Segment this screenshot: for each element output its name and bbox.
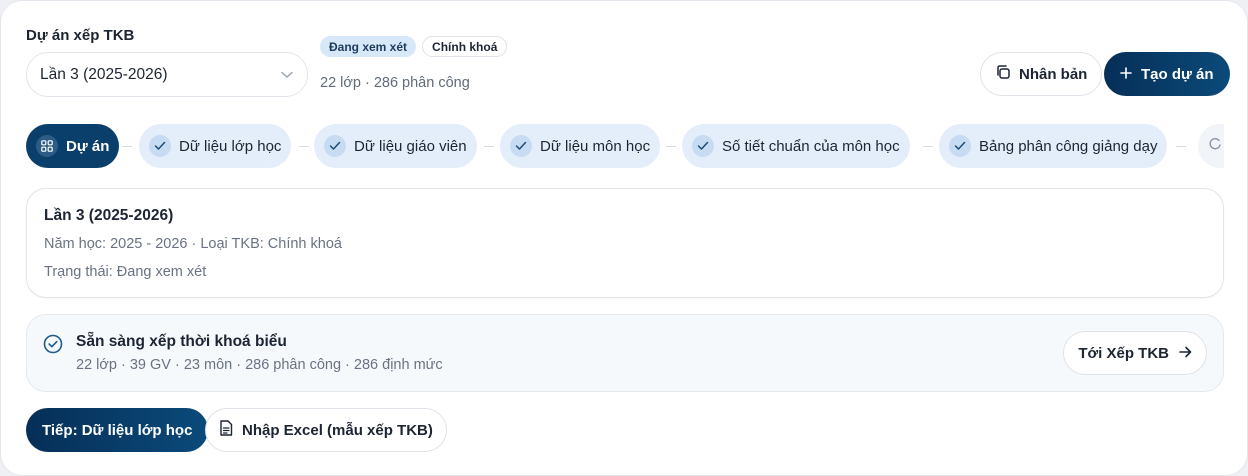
project-info-title: Lần 3 (2025-2026) <box>44 207 174 224</box>
step-label: Bảng phân công giảng dạy <box>979 137 1158 155</box>
step-connector <box>299 146 309 147</box>
copy-icon <box>995 64 1011 84</box>
loading-icon <box>1208 137 1222 155</box>
project-badges: Đang xem xét Chính khoá <box>320 36 508 57</box>
project-meta: 22 lớp · 286 phân công <box>320 75 470 91</box>
goto-schedule-button[interactable]: Tới Xếp TKB <box>1063 331 1207 375</box>
next-step-label: Tiếp: Dữ liệu lớp học <box>42 421 193 439</box>
step-next-partial[interactable] <box>1198 124 1224 168</box>
step-label: Dự án <box>66 137 110 155</box>
project-select-label: Dự án xếp TKB <box>26 27 135 44</box>
step-label: Dữ liệu giáo viên <box>354 137 467 155</box>
step-label: Số tiết chuẩn của môn học <box>722 137 900 155</box>
duplicate-button[interactable]: Nhân bản <box>980 52 1103 96</box>
step-connector <box>923 146 933 147</box>
check-icon <box>149 135 171 157</box>
check-icon <box>949 135 971 157</box>
chevron-down-icon <box>281 69 293 81</box>
import-excel-button[interactable]: Nhập Excel (mẫu xếp TKB) <box>205 408 447 452</box>
project-info-status: Trạng thái: Đang xem xét <box>44 264 207 280</box>
check-icon <box>510 135 532 157</box>
create-project-button[interactable]: Tạo dự án <box>1104 52 1230 96</box>
project-select-value: Lần 3 (2025-2026) <box>40 65 168 83</box>
step-connector <box>666 146 676 147</box>
step-connector <box>1176 146 1186 147</box>
project-panel: Dự án xếp TKB Lần 3 (2025-2026) Đang xem… <box>0 0 1248 476</box>
ready-title: Sẵn sàng xếp thời khoá biểu <box>76 333 287 350</box>
project-info-year: Năm học: 2025 - 2026 · Loại TKB: Chính k… <box>44 236 342 252</box>
step-label: Dữ liệu lớp học <box>179 137 282 155</box>
check-circle-icon <box>43 334 63 354</box>
next-step-button[interactable]: Tiếp: Dữ liệu lớp học <box>26 408 209 452</box>
step-connector <box>484 146 494 147</box>
grid-icon <box>36 135 58 157</box>
step-label: Dữ liệu môn học <box>540 137 651 155</box>
step-project[interactable]: Dự án <box>26 124 120 168</box>
step-class-data[interactable]: Dữ liệu lớp học <box>139 124 292 168</box>
plus-icon <box>1120 66 1132 83</box>
create-project-button-label: Tạo dự án <box>1141 65 1214 83</box>
duplicate-button-label: Nhân bản <box>1019 65 1088 83</box>
type-badge: Chính khoá <box>422 36 508 57</box>
ready-summary: 22 lớp · 39 GV · 23 môn · 286 phân công … <box>76 357 443 373</box>
status-badge: Đang xem xét <box>320 36 417 57</box>
project-info-card: Lần 3 (2025-2026) Năm học: 2025 - 2026 ·… <box>26 188 1224 298</box>
step-teacher-data[interactable]: Dữ liệu giáo viên <box>314 124 477 168</box>
check-icon <box>692 135 714 157</box>
step-teaching-assignment[interactable]: Bảng phân công giảng dạy <box>939 124 1168 168</box>
spreadsheet-icon <box>219 420 233 440</box>
goto-schedule-label: Tới Xếp TKB <box>1078 344 1169 362</box>
ready-card: Sẵn sàng xếp thời khoá biểu 22 lớp · 39 … <box>26 314 1224 392</box>
arrow-right-icon <box>1179 345 1192 362</box>
step-subject-data[interactable]: Dữ liệu môn học <box>500 124 661 168</box>
check-icon <box>324 135 346 157</box>
step-connector <box>122 146 132 147</box>
step-standard-periods[interactable]: Số tiết chuẩn của môn học <box>682 124 910 168</box>
step-nav: Dự án Dữ liệu lớp học Dữ liệu giáo viên … <box>26 124 1224 168</box>
import-excel-label: Nhập Excel (mẫu xếp TKB) <box>242 421 433 439</box>
project-select[interactable]: Lần 3 (2025-2026) <box>26 52 308 97</box>
